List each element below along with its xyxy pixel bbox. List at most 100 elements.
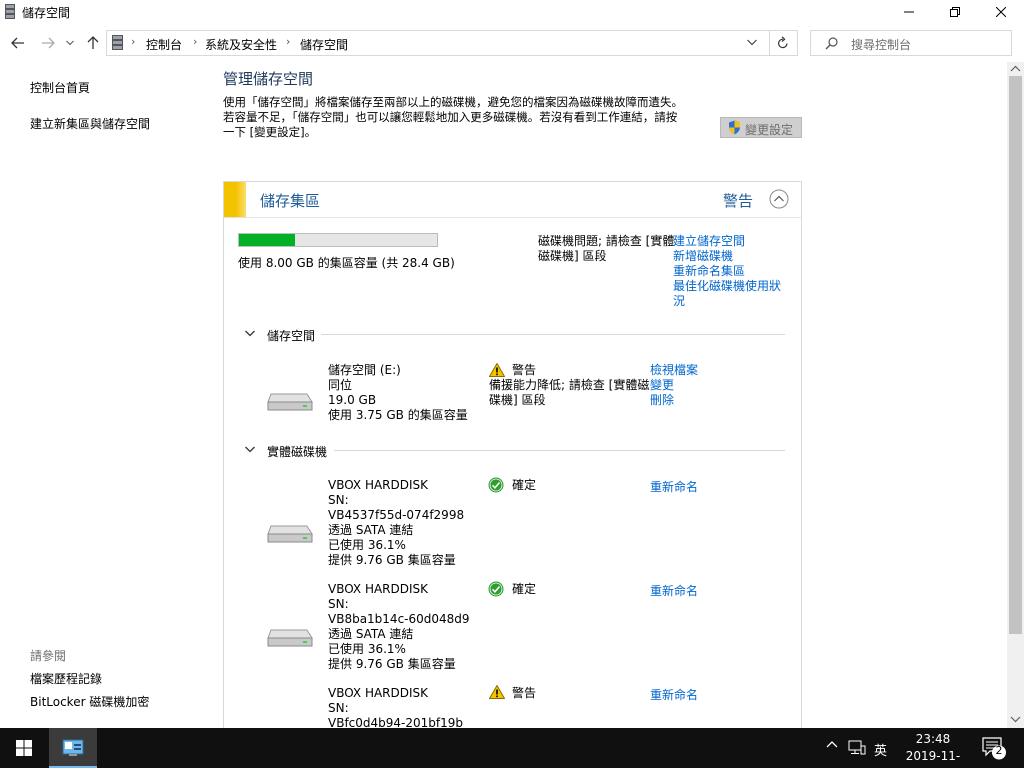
rename-drive-link[interactable]: 重新命名 bbox=[650, 582, 698, 599]
pool-status: 警告 bbox=[723, 192, 754, 210]
pool-actions: 建立儲存空間 新增磁碟機 重新命名集區 最佳化磁碟機使用狀 況 bbox=[673, 234, 781, 309]
breadcrumb-separator: › bbox=[193, 35, 198, 48]
file-history-link[interactable]: 檔案歷程記錄 bbox=[30, 670, 102, 687]
rename-drive-link[interactable]: 重新命名 bbox=[650, 478, 698, 495]
up-button[interactable] bbox=[83, 34, 103, 52]
uac-shield-icon bbox=[728, 120, 741, 135]
drives-section-label: 實體磁碟機 bbox=[267, 445, 328, 459]
status-detail-line: 碟機] 區段 bbox=[489, 393, 546, 407]
taskbar: 英 23:48 2019-11-22 2 bbox=[0, 728, 1024, 780]
minimize-button[interactable] bbox=[886, 0, 932, 24]
description-line: 若容量不足，「儲存空間」也可以讓您輕鬆地加入更多磁碟機。若沒有看到工作連結，請按 bbox=[223, 110, 678, 124]
breadcrumb-control-panel[interactable]: 控制台 bbox=[146, 36, 182, 53]
scroll-down-icon[interactable] bbox=[1010, 716, 1021, 723]
network-icon[interactable] bbox=[848, 740, 866, 756]
address-dropdown-button[interactable] bbox=[747, 39, 757, 46]
drive-sn-label: SN: bbox=[328, 493, 349, 507]
notification-count: 2 bbox=[995, 744, 1003, 757]
page-description: 使用「儲存空間」將檔案儲存至兩部以上的磁碟機，避免您的檔案因為磁碟機故障而遺失。… bbox=[223, 95, 683, 140]
arrow-left-icon bbox=[11, 37, 25, 49]
issue-line: 磁碟機問題; 請檢查 [實體 bbox=[538, 234, 675, 248]
create-pool-link[interactable]: 建立新集區與儲存空間 bbox=[30, 115, 150, 132]
drive-model: VBOX HARDDISK bbox=[328, 478, 429, 492]
delete-space-link[interactable]: 刪除 bbox=[650, 393, 698, 408]
drive-serial: VB4537f55d-074f2998 bbox=[328, 508, 465, 522]
description-line: 一下 [變更設定]。 bbox=[223, 125, 317, 139]
back-button[interactable] bbox=[8, 34, 28, 52]
search-box[interactable]: 搜尋控制台 bbox=[810, 30, 1012, 56]
optimize-drive-usage-link-cont[interactable]: 況 bbox=[673, 294, 781, 309]
rename-drive-link[interactable]: 重新命名 bbox=[650, 686, 698, 703]
breadcrumb-separator: › bbox=[286, 35, 291, 48]
breadcrumb-storage-spaces[interactable]: 儲存空間 bbox=[300, 36, 348, 53]
drive-connection: 透過 SATA 連結 bbox=[328, 627, 414, 641]
view-files-link[interactable]: 檢視檔案 bbox=[650, 363, 698, 378]
taskbar-control-panel[interactable] bbox=[49, 728, 97, 768]
page-title: 管理儲存空間 bbox=[223, 70, 314, 88]
close-button[interactable] bbox=[978, 0, 1024, 24]
title-bar: 儲存空間 bbox=[0, 0, 1024, 24]
tray-overflow-button[interactable] bbox=[826, 740, 838, 748]
pool-capacity-bar bbox=[238, 233, 438, 247]
search-icon bbox=[825, 37, 838, 50]
spaces-section-toggle[interactable] bbox=[245, 330, 255, 337]
drive-icon bbox=[267, 388, 313, 412]
start-button[interactable] bbox=[0, 728, 48, 768]
add-drives-link[interactable]: 新增磁碟機 bbox=[673, 249, 781, 264]
control-panel-home-link[interactable]: 控制台首頁 bbox=[30, 79, 90, 96]
address-bar[interactable]: › 控制台 › 系統及安全性 › 儲存空間 bbox=[106, 30, 798, 56]
forward-button[interactable] bbox=[38, 34, 58, 52]
drive-model: VBOX HARDDISK bbox=[328, 686, 429, 700]
space-actions: 檢視檔案 變更 刪除 bbox=[650, 363, 698, 408]
space-usage: 使用 3.75 GB 的集區容量 bbox=[328, 408, 468, 422]
section-divider bbox=[321, 334, 785, 335]
issue-line: 磁碟機] 區段 bbox=[538, 249, 607, 263]
space-details: 儲存空間 (E:) 同位 19.0 GB 使用 3.75 GB 的集區容量 bbox=[328, 363, 468, 423]
breadcrumb-separator: › bbox=[131, 35, 136, 48]
pool-capacity-fill bbox=[239, 234, 295, 246]
create-space-link[interactable]: 建立儲存空間 bbox=[673, 234, 781, 249]
breadcrumb-system-security[interactable]: 系統及安全性 bbox=[205, 36, 277, 53]
pool-title: 儲存集區 bbox=[260, 192, 321, 210]
space-name: 儲存空間 (E:) bbox=[328, 363, 401, 377]
clock-time: 23:48 bbox=[915, 732, 951, 746]
scroll-up-icon[interactable] bbox=[1010, 65, 1021, 72]
refresh-icon bbox=[777, 36, 789, 50]
clock[interactable]: 23:48 2019-11-22 bbox=[900, 731, 966, 782]
bitlocker-link[interactable]: BitLocker 磁碟機加密 bbox=[30, 693, 149, 710]
change-space-link[interactable]: 變更 bbox=[650, 378, 698, 393]
drive-capacity: 提供 9.76 GB 集區容量 bbox=[328, 553, 456, 567]
drive-sn-label: SN: bbox=[328, 597, 349, 611]
scrollbar-thumb[interactable] bbox=[1009, 76, 1022, 634]
arrow-up-icon bbox=[87, 36, 99, 50]
drive-capacity: 提供 9.76 GB 集區容量 bbox=[328, 657, 456, 671]
drive-status: 警告 bbox=[512, 686, 537, 700]
divider bbox=[769, 31, 770, 55]
change-settings-button[interactable]: 變更設定 bbox=[720, 117, 802, 138]
drive-details: VBOX HARDDISK SN: VB4537f55d-074f2998 透過… bbox=[328, 478, 464, 568]
rename-pool-link[interactable]: 重新命名集區 bbox=[673, 264, 781, 279]
maximize-button[interactable] bbox=[932, 0, 978, 24]
warning-icon bbox=[489, 685, 505, 699]
spaces-section-label: 儲存空間 bbox=[267, 329, 316, 343]
storage-pool-header[interactable]: 儲存集區 警告 bbox=[224, 182, 801, 218]
status-detail-line: 備援能力降低; 請檢查 [實體磁 bbox=[489, 378, 650, 392]
description-line: 使用「儲存空間」將檔案儲存至兩部以上的磁碟機，避免您的檔案因為磁碟機故障而遺失。 bbox=[223, 95, 683, 109]
refresh-button[interactable] bbox=[777, 36, 789, 50]
drives-section-toggle[interactable] bbox=[245, 446, 255, 453]
drive-icon bbox=[267, 624, 313, 648]
warning-bar bbox=[224, 182, 246, 217]
drive-sn-label: SN: bbox=[328, 701, 349, 715]
change-settings-label: 變更設定 bbox=[745, 123, 794, 137]
clock-date: 2019-11-22 bbox=[905, 749, 961, 780]
optimize-drive-usage-link[interactable]: 最佳化磁碟機使用狀 bbox=[673, 279, 781, 294]
drive-details: VBOX HARDDISK SN: VB8ba1b14c-60d048d9 透過… bbox=[328, 582, 470, 672]
chevron-down-icon bbox=[245, 446, 255, 453]
recent-locations-button[interactable] bbox=[63, 34, 77, 52]
warning-icon bbox=[489, 363, 505, 377]
chevron-up-icon bbox=[826, 740, 838, 748]
storage-pool-panel: 儲存集區 警告 使用 8.00 GB 的集區容量 (共 28.4 GB) 磁碟機… bbox=[223, 181, 802, 741]
ime-indicator[interactable]: 英 bbox=[874, 740, 887, 759]
arrow-right-icon bbox=[41, 37, 55, 49]
collapse-button[interactable] bbox=[769, 189, 789, 209]
